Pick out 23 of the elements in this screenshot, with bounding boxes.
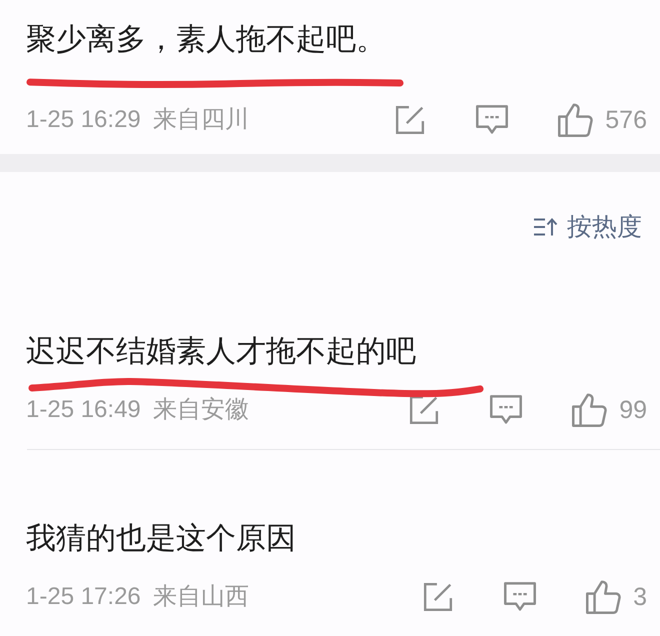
comment-icon[interactable] [489,394,524,426]
sort-button[interactable]: 按热度 [533,211,642,243]
comment-location: 来自四川 [152,105,249,135]
thumbs-up-icon[interactable] [571,392,608,428]
comment-time: 1-25 16:29 [26,105,141,135]
comment-icon[interactable] [475,104,510,136]
comment-time: 1-25 17:26 [26,582,141,612]
comment-text: 我猜的也是这个原因 [26,520,297,558]
like-count: 3 [633,582,647,613]
comment-time: 1-25 16:49 [26,395,141,425]
comment-text: 聚少离多，素人拖不起吧。 [26,21,387,59]
comment-location: 来自山西 [152,582,249,612]
sort-icon [533,217,559,237]
share-icon[interactable] [395,105,426,135]
comment-location: 来自安徽 [152,395,249,425]
like-count: 576 [605,105,647,136]
share-icon[interactable] [409,395,440,425]
like-count: 99 [619,395,647,426]
share-icon[interactable] [423,582,454,612]
comment-text: 迟迟不结婚素人才拖不起的吧 [26,333,417,371]
comment-icon[interactable] [503,581,538,613]
thumbs-up-icon[interactable] [557,102,594,138]
thumbs-up-icon[interactable] [585,579,622,615]
